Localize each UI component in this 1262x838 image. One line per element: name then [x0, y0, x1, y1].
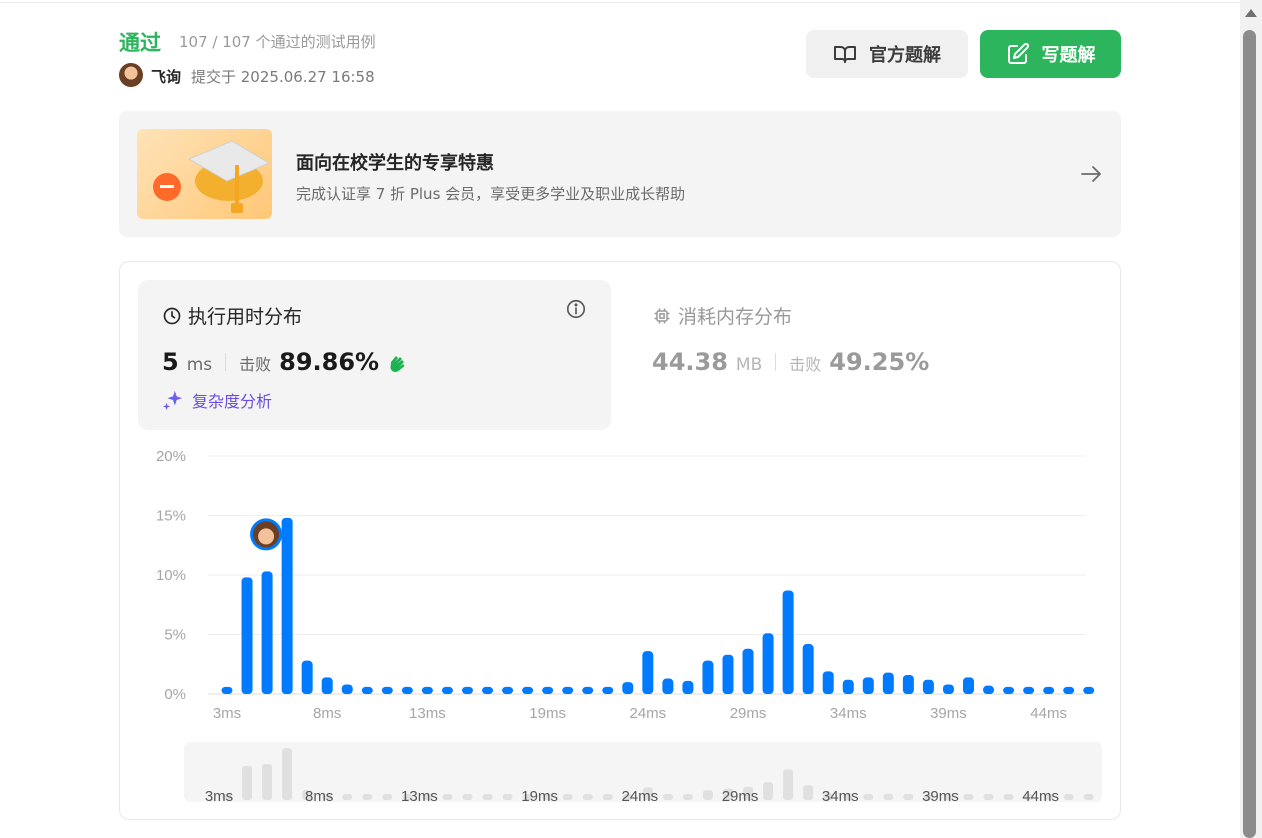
overview-bar [1063, 794, 1074, 800]
chart-bar [762, 633, 774, 694]
chart-bar [702, 660, 714, 694]
overview-tick-label: 19ms [521, 788, 558, 805]
x-tick-label: 8ms [313, 705, 341, 722]
chart-bar [542, 686, 554, 694]
chart-bar [682, 680, 694, 694]
overview-bar [662, 794, 673, 800]
overview-bar [682, 794, 693, 800]
chart-bar [582, 686, 594, 694]
overview-bar [382, 794, 393, 800]
chart-bar [1003, 686, 1015, 694]
overview-bar [702, 790, 713, 800]
chart-bar [502, 686, 514, 694]
overview-bar [442, 794, 453, 800]
chart-bar [662, 678, 674, 694]
scroll-up-arrow-icon[interactable] [1245, 9, 1257, 17]
overview-bar [242, 765, 253, 800]
overview-tick-label: 44ms [1022, 788, 1059, 805]
chart-bar [321, 677, 333, 694]
runtime-distribution-chart: 0% 5% 10% 15% 20% 3ms 8ms 13ms 19ms 24ms 29ms 34ms 3… [156, 448, 1095, 805]
overview-bar [883, 793, 894, 800]
chart-bar [341, 684, 353, 694]
chart-bar [562, 686, 574, 694]
overview-bar [863, 794, 874, 800]
overview-bar [562, 794, 573, 800]
x-tick-label: 39ms [930, 705, 967, 722]
chart-bar [983, 685, 995, 694]
scrollbar-thumb[interactable] [1243, 30, 1256, 838]
chart-bar [261, 571, 273, 694]
overview-tick-label: 13ms [401, 788, 438, 805]
chart-bar [882, 672, 894, 694]
overview-bar [903, 794, 914, 800]
x-tick-label: 3ms [213, 705, 241, 722]
x-tick-label: 19ms [529, 705, 566, 722]
overview-tick-label: 3ms [205, 788, 233, 805]
overview-bar [983, 794, 994, 800]
chart-bar [401, 686, 413, 694]
overview-bar [602, 794, 613, 800]
chart-bar [782, 590, 794, 694]
overview-bar [963, 794, 974, 800]
chart-bar [642, 651, 654, 694]
chart-bar [461, 686, 473, 694]
overview-tick-label: 8ms [305, 788, 333, 805]
user-marker-face [258, 528, 275, 545]
chart-bar [421, 686, 433, 694]
overview-bar [803, 785, 814, 800]
y-tick-label: 0% [164, 686, 186, 703]
chart-bar [221, 686, 233, 694]
overview-bar [482, 794, 493, 800]
overview-bar [763, 782, 774, 800]
chart-bar [942, 684, 954, 694]
chart-bar [361, 686, 373, 694]
overview-bar [783, 769, 794, 800]
x-tick-label: 44ms [1030, 705, 1067, 722]
y-tick-label: 15% [156, 508, 186, 525]
overview-bar [262, 763, 273, 800]
chart-bar [1043, 686, 1055, 694]
y-tick-label: 20% [156, 448, 186, 465]
chart-bar [842, 679, 854, 694]
chart-bar [1083, 686, 1095, 694]
chart-bar [822, 671, 834, 694]
chart-bar [902, 674, 914, 694]
vertical-scrollbar[interactable] [1240, 0, 1262, 838]
y-tick-label: 10% [156, 567, 186, 584]
chart-bar [1023, 686, 1035, 694]
overview-tick-label: 39ms [922, 788, 959, 805]
overview-tick-label: 29ms [722, 788, 759, 805]
x-tick-label: 29ms [730, 705, 767, 722]
overview-tick-label: 24ms [621, 788, 658, 805]
x-tick-label: 13ms [409, 705, 446, 722]
chart-bar [742, 648, 754, 694]
chart-bar [602, 686, 614, 694]
chart-bar [802, 644, 814, 694]
chart-bar [241, 577, 253, 694]
chart-bar [922, 679, 934, 694]
chart-bar [962, 677, 974, 694]
overview-bar [1003, 794, 1014, 800]
x-tick-label: 34ms [830, 705, 867, 722]
overview-bar [362, 794, 373, 800]
chart-bar [722, 654, 734, 694]
y-tick-label: 5% [164, 627, 186, 644]
chart-bar [622, 682, 634, 694]
overview-bar [582, 794, 593, 800]
x-tick-label: 24ms [629, 705, 666, 722]
overview-bar [1083, 794, 1094, 800]
overview-bar [282, 748, 293, 800]
overview-bar [502, 794, 513, 800]
overview-tick-label: 34ms [822, 788, 859, 805]
chart-bar [301, 660, 313, 694]
chart-bar [862, 677, 874, 694]
overview-bar [342, 794, 353, 800]
chart-bar [381, 686, 393, 694]
chart-bar [281, 517, 293, 694]
chart-bar [522, 686, 534, 694]
chart-bar [1063, 686, 1075, 694]
overview-bar [462, 794, 473, 800]
chart-bar [482, 686, 494, 694]
chart-bar [441, 686, 453, 694]
